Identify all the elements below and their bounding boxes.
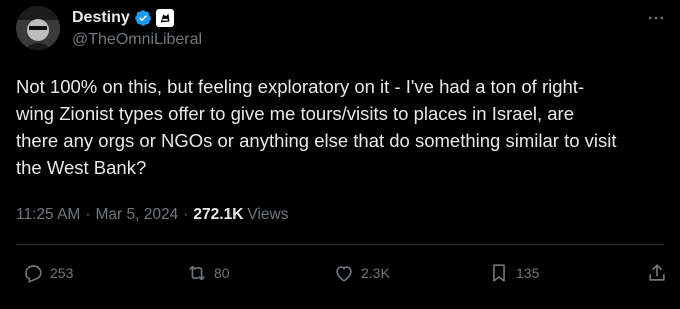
reply-button[interactable]: 253 xyxy=(22,258,73,288)
more-options-icon[interactable] xyxy=(644,6,668,30)
reply-count: 253 xyxy=(50,265,74,281)
tweet-card: Destiny @TheOmniLiberal Not 100% on this… xyxy=(0,0,680,309)
repost-icon xyxy=(189,265,205,281)
divider xyxy=(16,244,664,245)
bookmark-count: 135 xyxy=(516,265,540,281)
like-button[interactable]: 2.3K xyxy=(333,258,390,288)
author-name-row: Destiny xyxy=(72,8,174,28)
heart-icon xyxy=(336,266,352,282)
like-count: 2.3K xyxy=(361,265,390,281)
meta-separator: · xyxy=(183,206,189,223)
reply-icon xyxy=(25,265,42,283)
tweet-text: Not 100% on this, but feeling explorator… xyxy=(16,76,617,178)
meta-separator: · xyxy=(85,206,91,223)
bookmark-button[interactable]: 135 xyxy=(488,258,539,288)
tweet-date[interactable]: Mar 5, 2024 xyxy=(96,206,179,224)
author-handle[interactable]: @TheOmniLiberal xyxy=(72,31,202,49)
views-label: Views xyxy=(247,206,289,223)
action-bar: 253 80 2.3K 135 xyxy=(0,258,680,288)
tweet-meta: 11:25 AM · Mar 5, 2024 · 272.1K Views xyxy=(16,206,288,224)
verified-badge-icon[interactable] xyxy=(134,9,152,27)
share-icon xyxy=(649,264,665,281)
share-button[interactable] xyxy=(646,258,668,288)
repost-count: 80 xyxy=(214,265,230,281)
author-display-name[interactable]: Destiny xyxy=(72,9,130,27)
bookmark-icon xyxy=(493,264,505,282)
views-count[interactable]: 272.1K xyxy=(193,206,243,224)
affiliation-badge-icon[interactable] xyxy=(155,9,174,27)
avatar[interactable] xyxy=(16,6,60,50)
repost-button[interactable]: 80 xyxy=(186,258,230,288)
tweet-time[interactable]: 11:25 AM xyxy=(16,206,80,224)
